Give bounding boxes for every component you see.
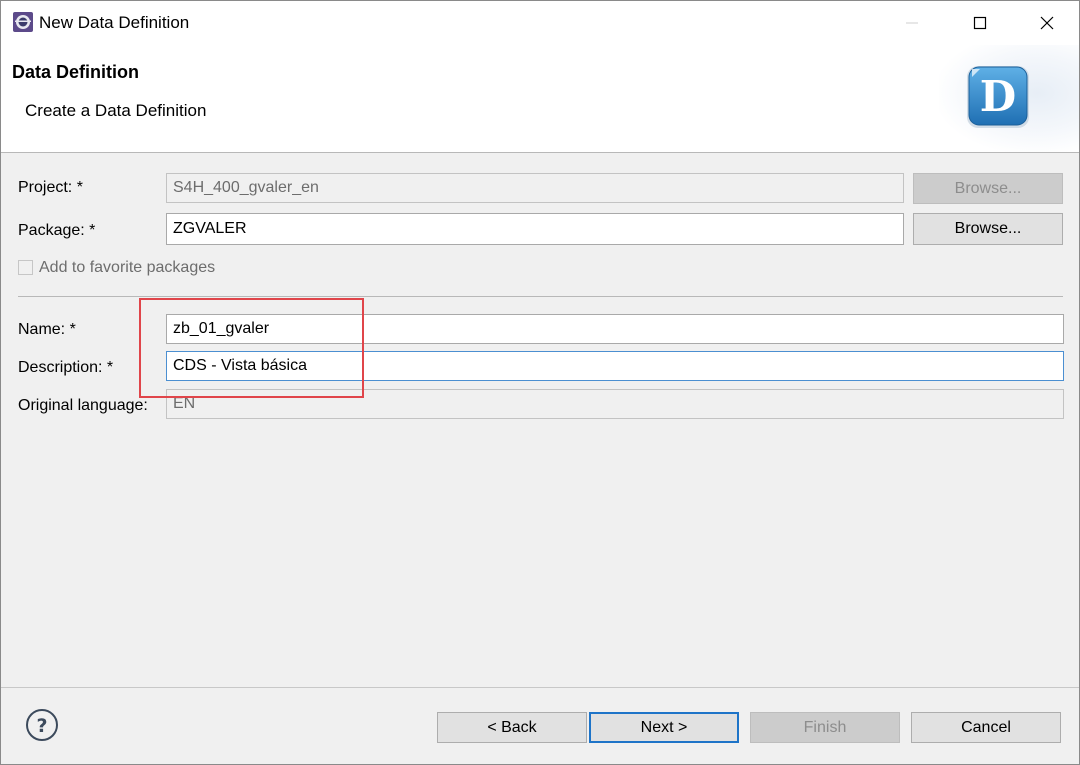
window-title: New Data Definition	[39, 13, 190, 32]
description-label: Description: *	[18, 359, 114, 376]
next-button[interactable]: Next >	[589, 712, 739, 743]
annotation-highlight-box	[139, 298, 364, 398]
package-browse-button[interactable]: Browse...	[913, 213, 1063, 245]
project-label: Project: *	[18, 179, 83, 196]
footer-separator	[1, 687, 1079, 688]
original-language-label: Original language:	[18, 397, 148, 414]
banner-title: Data Definition	[12, 62, 140, 82]
svg-text:D: D	[980, 72, 1016, 121]
help-icon[interactable]: ?	[25, 708, 59, 742]
data-definition-d-icon: D	[967, 66, 1029, 128]
back-button[interactable]: < Back	[437, 712, 587, 743]
eclipse-app-icon	[13, 12, 33, 32]
wizard-banner: Data Definition Create a Data Definition…	[1, 45, 1079, 153]
project-browse-button[interactable]: Browse...	[913, 173, 1063, 204]
new-data-definition-dialog: New Data Definition Data Definition Crea…	[0, 0, 1080, 765]
form-separator	[18, 296, 1063, 297]
finish-button[interactable]: Finish	[750, 712, 900, 743]
minimize-button[interactable]	[879, 1, 945, 45]
minimize-icon	[906, 22, 918, 24]
name-label: Name: *	[18, 321, 76, 338]
cancel-button[interactable]: Cancel	[911, 712, 1061, 743]
maximize-icon	[973, 16, 987, 30]
maximize-button[interactable]	[947, 1, 1013, 45]
favorite-packages-label: Add to favorite packages	[39, 259, 216, 276]
package-label: Package: *	[18, 222, 96, 239]
close-icon	[1040, 16, 1054, 30]
favorite-packages-checkbox[interactable]	[18, 260, 33, 275]
svg-text:?: ?	[36, 715, 47, 737]
project-field[interactable]: S4H_400_gvaler_en	[166, 173, 904, 203]
close-button[interactable]	[1014, 1, 1080, 45]
title-bar: New Data Definition	[1, 1, 1079, 45]
package-field[interactable]: ZGVALER	[166, 213, 904, 245]
banner-message: Create a Data Definition	[25, 101, 207, 120]
